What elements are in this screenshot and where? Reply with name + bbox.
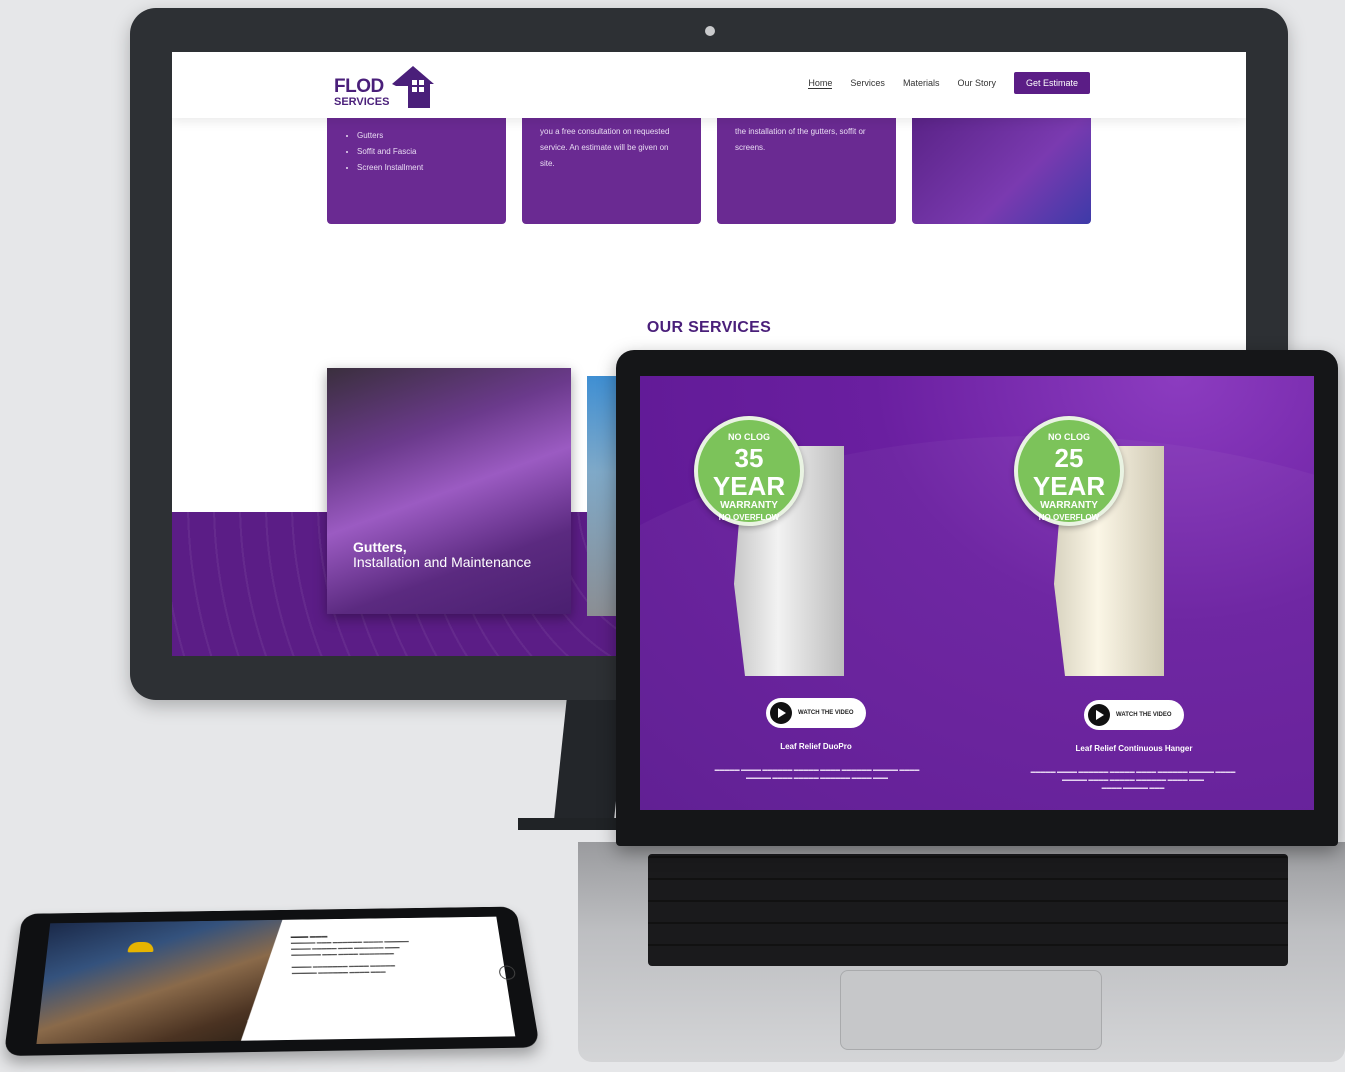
product-description: ▬▬▬▬▬ ▬▬▬▬ ▬▬▬▬▬▬ ▬▬▬▬▬ ▬▬▬▬ ▬▬▬▬▬▬ ▬▬▬▬…: [1030, 769, 1236, 791]
nav-our-story[interactable]: Our Story: [957, 78, 996, 88]
badge-warranty: WARRANTY: [1040, 500, 1098, 511]
tablet-text-block: ▬▬▬ ▬▬▬ ▬▬▬▬▬ ▬▬▬ ▬▬▬▬▬▬ ▬▬▬▬ ▬▬▬▬▬ ▬▬▬▬ …: [291, 932, 492, 977]
laptop-screen: NO CLOG 35 YEAR WARRANTY NO OVERFLOW WAT…: [640, 376, 1314, 810]
play-icon: [1088, 704, 1110, 726]
laptop: NO CLOG 35 YEAR WARRANTY NO OVERFLOW WAT…: [616, 350, 1338, 846]
house-logo-icon: [392, 66, 434, 108]
warranty-badge-35: NO CLOG 35 YEAR WARRANTY NO OVERFLOW: [694, 416, 804, 526]
trackpad: [840, 970, 1102, 1050]
tablet-device: ▬▬▬ ▬▬▬ ▬▬▬▬▬ ▬▬▬ ▬▬▬▬▬▬ ▬▬▬▬ ▬▬▬▬▬ ▬▬▬▬ …: [3, 906, 540, 1057]
monitor-stand-base: [518, 818, 628, 830]
get-estimate-button[interactable]: Get Estimate: [1013, 72, 1090, 94]
laptop-base: [578, 842, 1345, 1062]
site-header: FLOD SERVICES Home Services Materials Ou…: [172, 52, 1246, 118]
main-nav: Home Services Materials Our Story Get Es…: [808, 72, 1090, 94]
info-card: the installation of the gutters, soffit …: [717, 118, 896, 224]
list-item: Soffit and Fascia: [357, 144, 488, 160]
warranty-badge-25: NO CLOG 25 YEAR WARRANTY NO OVERFLOW: [1014, 416, 1124, 526]
info-card-image: [912, 118, 1091, 224]
product-name: Leaf Relief Continuous Hanger: [1075, 744, 1193, 753]
badge-years: 35 YEAR: [712, 443, 786, 501]
watch-video-button[interactable]: WATCH THE VIDEO: [766, 698, 866, 728]
badge-years: 25 YEAR: [1032, 443, 1106, 501]
logo-text-services: SERVICES: [334, 96, 390, 108]
service-card-text: Gutters, Installation and Maintenance: [353, 540, 531, 570]
list-item: Gutters: [357, 128, 488, 144]
badge-bottom-text: NO OVERFLOW: [718, 513, 780, 522]
list-item: Screen Installment: [357, 160, 488, 176]
card-text: you a free consultation on requested ser…: [540, 127, 670, 168]
service-card-subtitle: Installation and Maintenance: [353, 554, 532, 570]
info-card: Gutters Soffit and Fascia Screen Install…: [327, 118, 506, 224]
product-duopro: NO CLOG 35 YEAR WARRANTY NO OVERFLOW: [694, 416, 854, 676]
product-name: Leaf Relief DuoPro: [780, 742, 852, 751]
webcam: [705, 26, 715, 36]
badge-top-text: NO CLOG: [728, 432, 770, 442]
services-heading: OUR SERVICES: [646, 319, 772, 336]
service-card-title: Gutters,: [353, 539, 407, 555]
info-cards: Gutters Soffit and Fascia Screen Install…: [327, 118, 1091, 224]
site-logo[interactable]: FLOD SERVICES: [334, 62, 444, 112]
product-continuous-hanger: NO CLOG 25 YEAR WARRANTY NO OVERFLOW: [1014, 416, 1174, 676]
product-description: ▬▬▬▬▬ ▬▬▬▬ ▬▬▬▬▬▬ ▬▬▬▬▬ ▬▬▬▬ ▬▬▬▬▬▬ ▬▬▬▬…: [714, 767, 920, 781]
play-icon: [770, 702, 792, 724]
keyboard: [648, 854, 1288, 966]
tablet-paragraph: ▬▬▬▬▬ ▬▬▬ ▬▬▬▬▬▬ ▬▬▬▬ ▬▬▬▬▬ ▬▬▬▬ ▬▬▬▬▬ ▬▬…: [290, 938, 410, 976]
badge-warranty: WARRANTY: [720, 500, 778, 511]
watch-video-button[interactable]: WATCH THE VIDEO: [1084, 700, 1184, 730]
badge-top-text: NO CLOG: [1048, 432, 1090, 442]
nav-home[interactable]: Home: [808, 78, 833, 89]
nav-materials[interactable]: Materials: [903, 78, 940, 88]
service-card-gutters[interactable]: Gutters, Installation and Maintenance: [327, 368, 571, 614]
worker-photo: [36, 920, 285, 1044]
nav-services[interactable]: Services: [850, 78, 885, 88]
card-text: the installation of the gutters, soffit …: [735, 127, 866, 152]
logo-text-flod: FLOD: [334, 76, 384, 97]
hardhat-icon: [128, 942, 154, 953]
badge-bottom-text: NO OVERFLOW: [1038, 513, 1100, 522]
info-card: you a free consultation on requested ser…: [522, 118, 701, 224]
tablet-screen: ▬▬▬ ▬▬▬ ▬▬▬▬▬ ▬▬▬ ▬▬▬▬▬▬ ▬▬▬▬ ▬▬▬▬▬ ▬▬▬▬ …: [36, 916, 516, 1045]
watch-video-label: WATCH THE VIDEO: [1116, 712, 1172, 718]
watch-video-label: WATCH THE VIDEO: [798, 710, 854, 716]
